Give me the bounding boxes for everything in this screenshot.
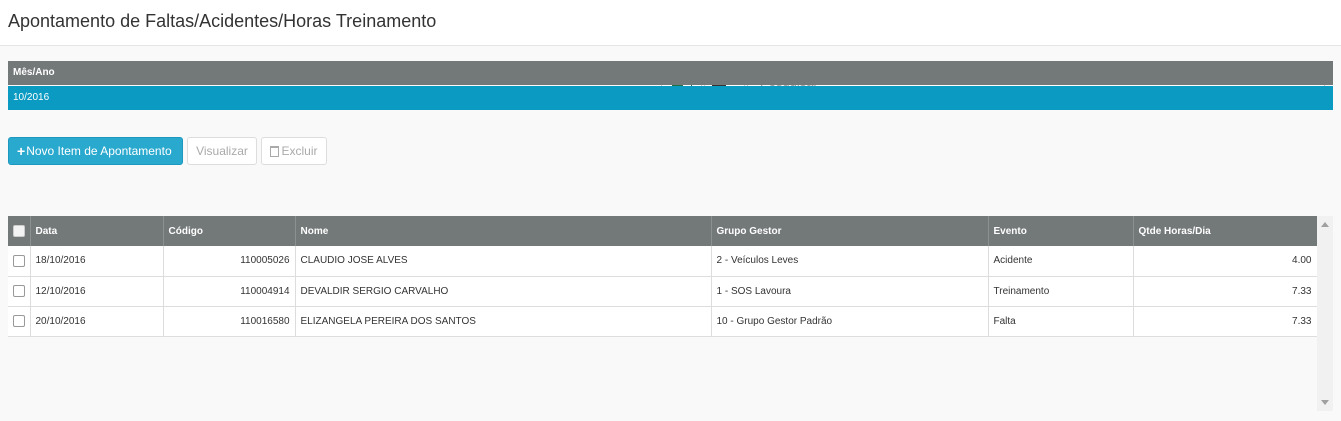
cell-codigo: 110005026 bbox=[163, 246, 296, 277]
cell-data: 18/10/2016 bbox=[30, 246, 164, 277]
cell-grupo-gestor: 2 - Veículos Leves bbox=[711, 246, 989, 277]
view-label: Visualizar bbox=[196, 144, 248, 158]
cell-data: 12/10/2016 bbox=[30, 276, 164, 307]
table-row[interactable]: 12/10/2016 110004914 DEVALDIR SERGIO CAR… bbox=[8, 276, 1318, 307]
column-header-grupo-gestor[interactable]: Grupo Gestor bbox=[711, 216, 989, 246]
delete-label: Excluir bbox=[281, 144, 318, 158]
grid-scrollbar[interactable] bbox=[1317, 216, 1333, 411]
scroll-down-icon[interactable] bbox=[1321, 400, 1329, 405]
cell-grupo-gestor: 1 - SOS Lavoura bbox=[711, 276, 989, 307]
cell-nome: CLAUDIO JOSE ALVES bbox=[295, 246, 712, 277]
appointments-grid: Data Código Nome Grupo Gestor Evento Qtd… bbox=[8, 216, 1318, 337]
select-all-checkbox[interactable] bbox=[13, 225, 25, 237]
column-header-nome[interactable]: Nome bbox=[295, 216, 712, 246]
cell-evento: Acidente bbox=[988, 246, 1134, 277]
view-button[interactable]: Visualizar bbox=[187, 137, 257, 165]
column-header-mes-ano: Mês/Ano bbox=[8, 61, 1333, 85]
row-checkbox[interactable] bbox=[13, 254, 25, 267]
table-header-row: Data Código Nome Grupo Gestor Evento Qtd… bbox=[8, 216, 1318, 246]
cell-codigo: 110016580 bbox=[163, 306, 296, 337]
column-header-qtde-horas[interactable]: Qtde Horas/Dia bbox=[1133, 216, 1318, 246]
select-all-cell bbox=[8, 216, 31, 246]
row-select-cell bbox=[8, 246, 31, 277]
appointments-table: Data Código Nome Grupo Gestor Evento Qtd… bbox=[8, 216, 1318, 337]
cell-grupo-gestor: 10 - Grupo Gestor Padrão bbox=[711, 306, 989, 337]
column-header-evento[interactable]: Evento bbox=[988, 216, 1134, 246]
action-bar: + Novo Item de Apontamento Visualizar Ex… bbox=[8, 137, 327, 165]
cell-qtde-horas: 7.33 bbox=[1133, 276, 1318, 307]
cell-evento: Falta bbox=[988, 306, 1134, 337]
cell-nome: DEVALDIR SERGIO CARVALHO bbox=[295, 276, 712, 307]
cell-evento: Treinamento bbox=[988, 276, 1134, 307]
new-item-button[interactable]: + Novo Item de Apontamento bbox=[8, 137, 183, 165]
cell-nome: ELIZANGELA PEREIRA DOS SANTOS bbox=[295, 306, 712, 337]
column-header-data[interactable]: Data bbox=[30, 216, 164, 246]
new-item-label: Novo Item de Apontamento bbox=[26, 144, 172, 158]
delete-button[interactable]: Excluir bbox=[261, 137, 327, 165]
cell-codigo: 110004914 bbox=[163, 276, 296, 307]
row-select-cell bbox=[8, 276, 31, 307]
page-header: Apontamento de Faltas/Acidentes/Horas Tr… bbox=[0, 0, 1341, 46]
cell-qtde-horas: 4.00 bbox=[1133, 246, 1318, 277]
plus-icon: + bbox=[17, 143, 26, 159]
cell-data: 20/10/2016 bbox=[30, 306, 164, 337]
table-row[interactable]: 20/10/2016 110016580 ELIZANGELA PEREIRA … bbox=[8, 306, 1318, 337]
page-title: Apontamento de Faltas/Acidentes/Horas Tr… bbox=[8, 11, 437, 31]
trash-icon bbox=[270, 145, 280, 157]
table-row[interactable]: 18/10/2016 110005026 CLAUDIO JOSE ALVES … bbox=[8, 246, 1318, 277]
month-year-row-selected[interactable]: 10/2016 bbox=[8, 86, 1333, 110]
column-header-codigo[interactable]: Código bbox=[163, 216, 296, 246]
scroll-up-icon[interactable] bbox=[1321, 222, 1329, 227]
month-year-grid: Mês/Ano 10/2016 bbox=[8, 61, 1333, 110]
cell-qtde-horas: 7.33 bbox=[1133, 306, 1318, 337]
row-checkbox[interactable] bbox=[13, 285, 25, 297]
row-checkbox[interactable] bbox=[13, 315, 25, 327]
row-select-cell bbox=[8, 306, 31, 337]
